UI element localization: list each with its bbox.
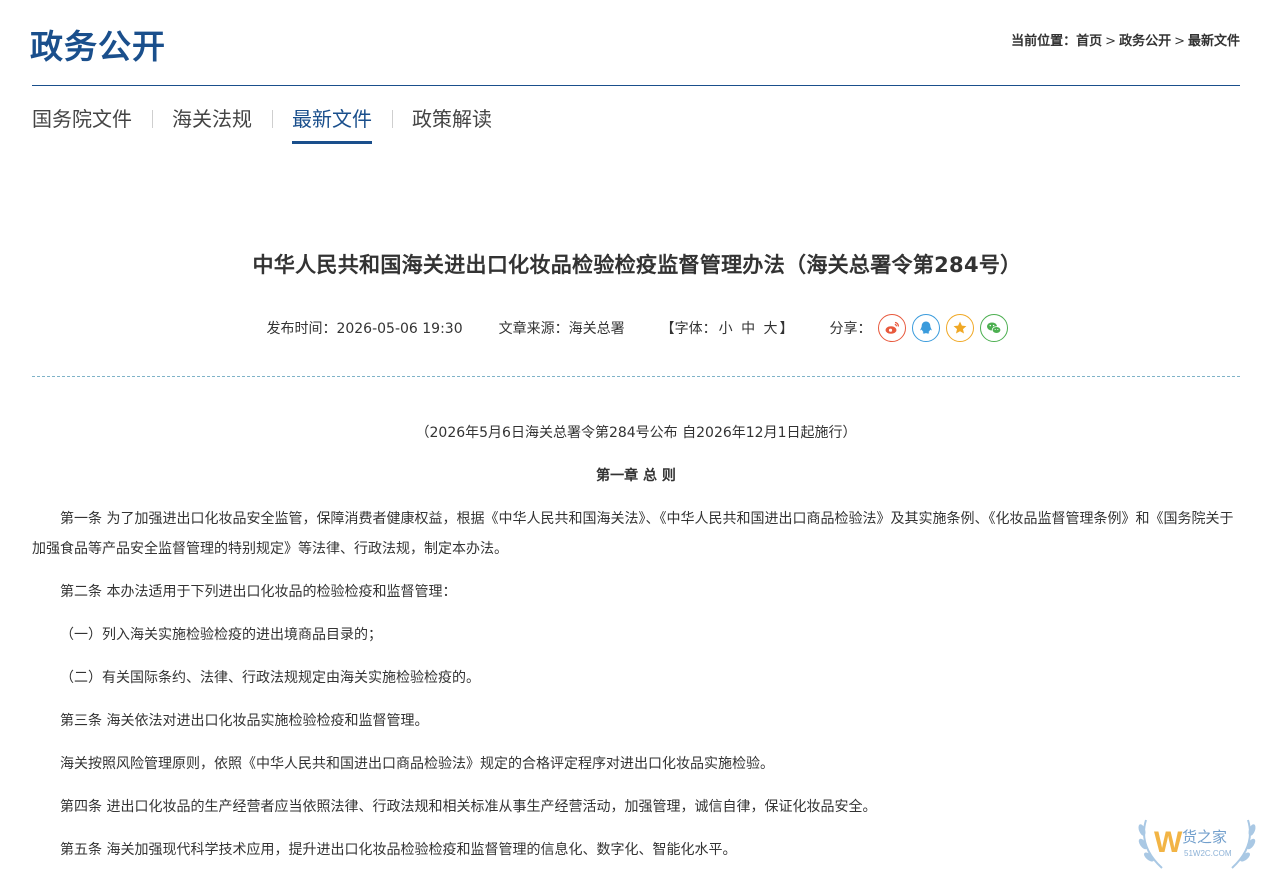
breadcrumb-home-link[interactable]: 首页 <box>1076 34 1102 49</box>
chapter-heading: 第一章 总 则 <box>596 468 676 484</box>
header-divider <box>32 85 1240 86</box>
font-size-control: 【字体：小 中 大】 <box>661 318 794 338</box>
article-body: （2026年5月6日海关总署令第284号公布 自2026年12月1日起施行） 第… <box>32 418 1240 878</box>
weibo-share-button[interactable] <box>877 314 906 342</box>
breadcrumb-prefix: 当前位置： <box>1011 34 1077 49</box>
article-paragraph: 第四条 进出口化妆品的生产经营者应当依照法律、行政法规和相关标准从事生产经营活动… <box>60 799 877 815</box>
watermark-logo: W 货之家 51W2C.COM <box>1138 819 1256 869</box>
qzone-share-button[interactable] <box>945 314 974 342</box>
tab-policy-interpretation[interactable]: 政策解读 <box>392 104 512 134</box>
qq-share-button[interactable] <box>911 314 940 342</box>
content-divider <box>32 376 1240 377</box>
wechat-share-button[interactable] <box>979 314 1008 342</box>
qzone-star-icon <box>953 321 966 334</box>
article-source: 文章来源：海关总署 <box>498 321 625 337</box>
font-size-prefix: 【字体： <box>660 321 717 337</box>
font-small-button[interactable]: 小 <box>717 321 735 337</box>
breadcrumb-gov-affairs-link[interactable]: 政务公开 <box>1119 34 1171 49</box>
article-paragraph: （二）有关国际条约、法律、行政法规规定由海关实施检验检疫的。 <box>60 670 480 686</box>
font-medium-button[interactable]: 中 <box>739 321 757 337</box>
breadcrumb-current[interactable]: 最新文件 <box>1188 34 1240 49</box>
breadcrumb-separator: > <box>1174 34 1185 49</box>
weibo-icon <box>885 321 899 334</box>
article-paragraph: 第三条 海关依法对进出口化妆品实施检验检疫和监督管理。 <box>60 713 429 729</box>
article-paragraph: （一）列入海关实施检验检疫的进出境商品目录的； <box>60 627 382 643</box>
publish-time: 发布时间：2026-05-06 19:30 <box>266 321 463 337</box>
article-meta: 发布时间：2026-05-06 19:30 文章来源：海关总署 【字体：小 中 … <box>0 314 1274 342</box>
article-title: 中华人民共和国海关进出口化妆品检验检疫监督管理办法（海关总署令第284号） <box>252 253 1022 277</box>
tab-bar: 国务院文件 海关法规 最新文件 政策解读 <box>32 104 512 144</box>
breadcrumb: 当前位置：首页 > 政务公开 > 最新文件 <box>1011 30 1240 49</box>
tab-latest-docs[interactable]: 最新文件 <box>272 104 392 144</box>
watermark-brand: 货之家 <box>1182 828 1227 846</box>
decree-note: （2026年5月6日海关总署令第284号公布 自2026年12月1日起施行） <box>415 425 857 441</box>
breadcrumb-separator: > <box>1105 34 1117 49</box>
article-paragraph: 第二条 本办法适用于下列进出口化妆品的检验检疫和监督管理： <box>60 584 457 600</box>
share-bar: 分享： <box>830 314 1008 342</box>
article-paragraph: 第一条 为了加强进出口化妆品安全监管，保障消费者健康权益，根据《中华人民共和国海… <box>32 511 1234 557</box>
section-title: 政务公开 <box>30 27 166 66</box>
watermark-letter: W <box>1154 826 1183 859</box>
font-size-suffix: 】 <box>779 321 794 337</box>
article-paragraph: 第五条 海关加强现代科学技术应用，提升进出口化妆品检验检疫和监督管理的信息化、数… <box>60 842 737 858</box>
qq-icon <box>919 321 932 334</box>
wechat-icon <box>986 322 1001 334</box>
tab-state-council-docs[interactable]: 国务院文件 <box>32 104 152 134</box>
article-paragraph: 海关按照风险管理原则，依照《中华人民共和国进出口商品检验法》规定的合格评定程序对… <box>60 756 774 772</box>
share-label: 分享： <box>829 321 872 337</box>
font-large-button[interactable]: 大 <box>762 321 780 337</box>
tab-customs-regulations[interactable]: 海关法规 <box>152 104 272 134</box>
watermark-domain: 51W2C.COM <box>1184 849 1232 858</box>
